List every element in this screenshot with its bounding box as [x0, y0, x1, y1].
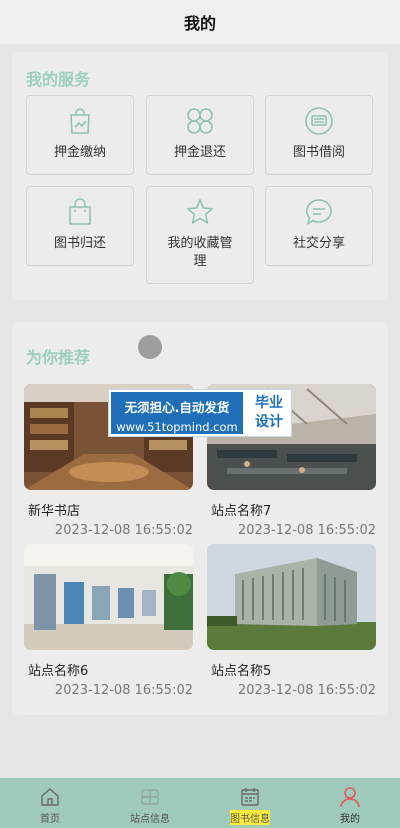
services-panel: 我的服务 押金缴纳 押金退还 图书借阅 图书归还 我的收藏管理 社交分享: [12, 52, 388, 300]
watermark-banner: 无须担心.自动发货 www.51topmind.com 毕业 设计: [108, 389, 292, 437]
favorites-manage-button[interactable]: 我的收藏管理: [146, 186, 254, 284]
recommend-card[interactable]: 站点名称6 2023-12-08 16:55:02: [24, 544, 193, 698]
tab-label: 首页: [40, 814, 60, 825]
tab-label: 站点信息: [130, 814, 170, 825]
tab-home[interactable]: 首页: [0, 778, 100, 828]
station-image: [207, 544, 376, 650]
station-date: 2023-12-08 16:55:02: [237, 523, 376, 538]
station-date: 2023-12-08 16:55:02: [54, 683, 193, 698]
page-header: 我的: [0, 0, 400, 44]
tab-label: 我的: [340, 814, 360, 825]
service-label: 我的收藏管理: [167, 236, 233, 269]
station-name: 站点名称7: [211, 504, 272, 519]
service-label: 押金缴纳: [53, 145, 106, 160]
deposit-pay-button[interactable]: 押金缴纳: [26, 95, 134, 175]
service-label: 社交分享: [292, 236, 345, 251]
watermark-right: 毕业 设计: [249, 392, 289, 434]
social-share-button[interactable]: 社交分享: [265, 186, 373, 266]
service-label: 图书借阅: [292, 145, 345, 160]
bottom-tab-bar: 首页 站点信息 图书信息 我的: [0, 778, 400, 828]
book-return-button[interactable]: 图书归还: [26, 186, 134, 266]
recommend-panel: 为你推荐 新华书店 2023-12-08 16:55:02 站点名称7 2023…: [12, 322, 388, 715]
deposit-refund-button[interactable]: 押金退还: [146, 95, 254, 175]
page-title: 我的: [183, 14, 216, 33]
watermark-left: 无须担心.自动发货 www.51topmind.com: [111, 392, 243, 434]
grid-icon: [139, 786, 161, 808]
recommend-title: 为你推荐: [26, 348, 91, 367]
tab-label: 图书信息: [230, 810, 270, 825]
calendar-icon: [239, 786, 261, 808]
grid-circles-icon: [185, 106, 215, 136]
home-icon: [39, 786, 61, 808]
station-name: 站点名称5: [211, 664, 272, 679]
keyboard-circle-icon: [304, 106, 334, 136]
station-image: [24, 544, 193, 650]
tab-station-info[interactable]: 站点信息: [100, 778, 200, 828]
station-date: 2023-12-08 16:55:02: [237, 683, 376, 698]
station-date: 2023-12-08 16:55:02: [54, 523, 193, 538]
station-name: 站点名称6: [28, 664, 89, 679]
floating-drag-handle[interactable]: [138, 335, 162, 359]
recommend-card[interactable]: 站点名称5 2023-12-08 16:55:02: [207, 544, 376, 698]
tab-mine[interactable]: 我的: [300, 778, 400, 828]
services-title: 我的服务: [26, 70, 91, 89]
shopping-bag-chart-icon: [65, 106, 95, 136]
service-label: 图书归还: [53, 236, 106, 251]
book-borrow-button[interactable]: 图书借阅: [265, 95, 373, 175]
station-name: 新华书店: [28, 504, 81, 519]
shopping-bag-icon: [65, 197, 95, 227]
user-icon: [339, 786, 361, 808]
star-icon: [185, 197, 215, 227]
chat-bubble-icon: [304, 197, 334, 227]
watermark-url: www.51topmind.com: [116, 420, 238, 434]
watermark-right-top: 毕业: [255, 395, 283, 411]
service-label: 押金退还: [173, 145, 226, 160]
watermark-slogan: 无须担心.自动发货: [124, 400, 230, 415]
tab-book-info[interactable]: 图书信息: [200, 778, 300, 828]
watermark-right-bottom: 设计: [255, 414, 283, 430]
